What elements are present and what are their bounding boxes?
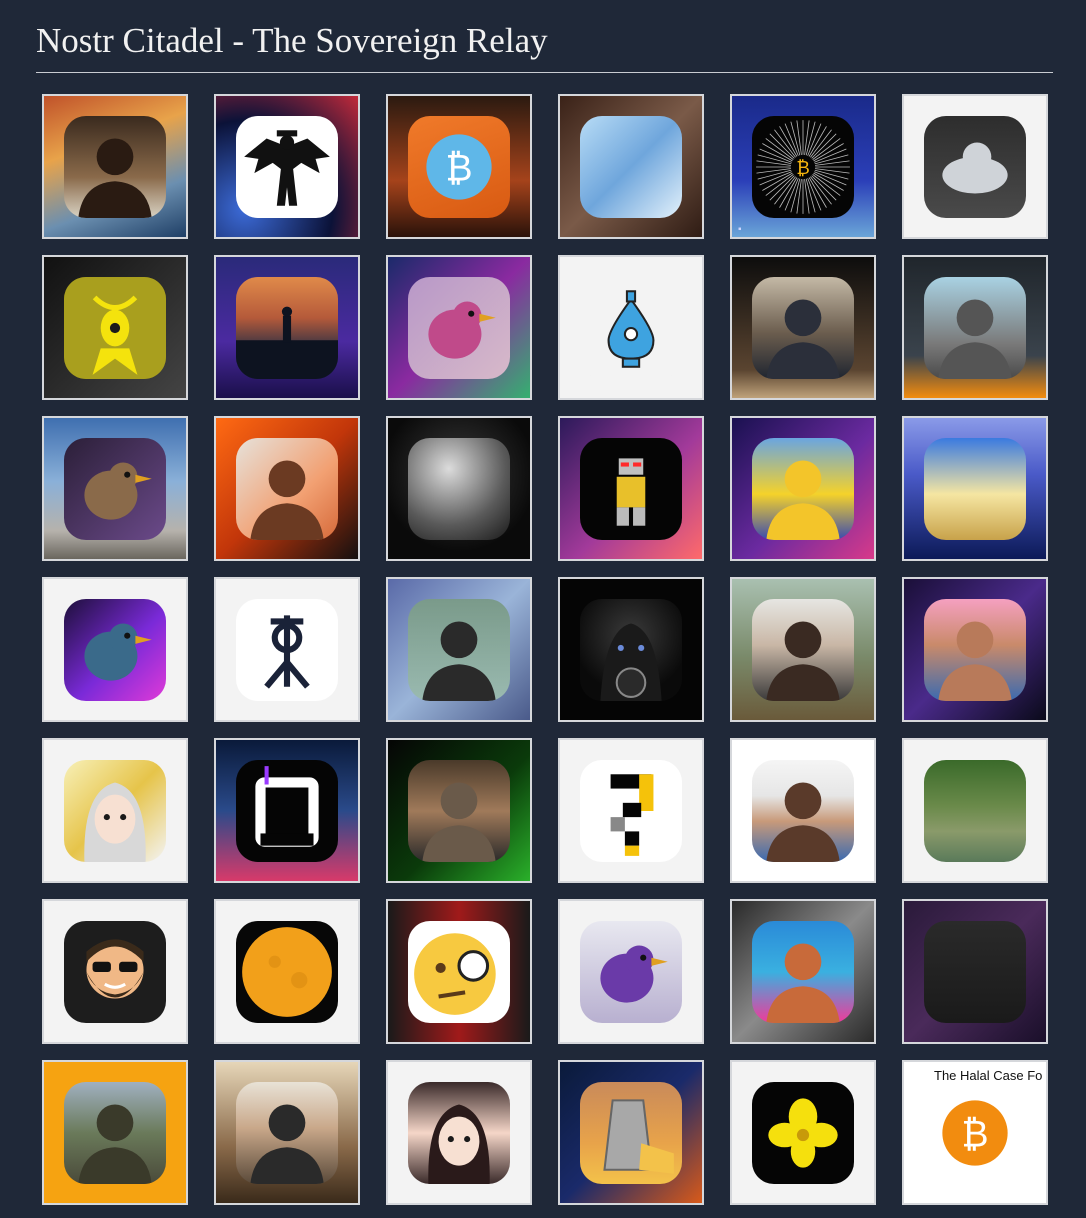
homer-king-icon xyxy=(752,438,854,540)
avatar-tile[interactable]: ₿ The Halal Case Fo xyxy=(902,1060,1048,1205)
dark-abstract-icon xyxy=(924,921,1026,1023)
avatar-tile[interactable] xyxy=(42,577,188,722)
man-with-camera-icon xyxy=(64,116,166,218)
avatar-tile[interactable] xyxy=(386,1060,532,1205)
bearded-emoji-icon xyxy=(64,921,166,1023)
halal-bitcoin-icon: ₿ xyxy=(924,1082,1026,1184)
white-cat-icon xyxy=(924,116,1026,218)
avatar-tile[interactable] xyxy=(214,94,360,239)
astronaut-icon xyxy=(408,438,510,540)
avatar-tile[interactable] xyxy=(214,899,360,1044)
bitcoin-burst-icon: ₿ xyxy=(752,116,854,218)
avatar-tile[interactable] xyxy=(730,899,876,1044)
avatar-tile[interactable] xyxy=(558,1060,704,1205)
avatar-tile[interactable] xyxy=(386,899,532,1044)
avatar-tile[interactable] xyxy=(902,416,1048,561)
svg-text:₿: ₿ xyxy=(796,158,810,179)
avatar-tile[interactable]: ₿ ▪ xyxy=(730,94,876,239)
avatar-tile[interactable]: ₿ xyxy=(386,94,532,239)
avatar-tile[interactable] xyxy=(42,738,188,883)
avatar-tile[interactable] xyxy=(730,255,876,400)
avatar-tile[interactable] xyxy=(386,416,532,561)
avatar-tile[interactable] xyxy=(558,577,704,722)
avatar-tile[interactable] xyxy=(730,1060,876,1205)
avatar-tile[interactable] xyxy=(730,738,876,883)
young-man-icon xyxy=(752,599,854,701)
curly-hair-woman-icon xyxy=(752,921,854,1023)
page-header: Nostr Citadel - The Sovereign Relay xyxy=(36,18,1053,73)
cheese-grater-icon xyxy=(580,1082,682,1184)
page-title: Nostr Citadel - The Sovereign Relay xyxy=(36,21,548,60)
avatar-tile[interactable] xyxy=(902,899,1048,1044)
avatar-tile[interactable] xyxy=(558,416,704,561)
avatar-tile[interactable] xyxy=(558,255,704,400)
avatar-tile[interactable] xyxy=(214,577,360,722)
buddha-statue-icon xyxy=(924,277,1026,379)
avatar-grid: ₿ ₿ ▪ ₿ The Halal Case Fo xyxy=(42,94,1048,1205)
avatar-tile[interactable] xyxy=(42,416,188,561)
jungle-river-icon xyxy=(924,760,1026,862)
watermark-logo: ▪ xyxy=(738,224,742,235)
dancing-person-icon xyxy=(924,438,1026,540)
avatar-tile[interactable] xyxy=(386,255,532,400)
avatar-tile[interactable] xyxy=(558,94,704,239)
hooded-figure-icon xyxy=(580,599,682,701)
abstract-crystal-icon xyxy=(580,116,682,218)
avatar-tile[interactable] xyxy=(902,738,1048,883)
pixel-question-icon xyxy=(580,760,682,862)
anime-girl-dark-hair-icon xyxy=(408,1082,510,1184)
avatar-tile[interactable] xyxy=(214,1060,360,1205)
vulture-gear-icon xyxy=(64,438,166,540)
avatar-tile[interactable] xyxy=(214,738,360,883)
full-moon-icon xyxy=(236,921,338,1023)
anime-girl-icon xyxy=(64,760,166,862)
avatar-tile[interactable] xyxy=(730,416,876,561)
lego-robot-icon xyxy=(580,438,682,540)
smiling-man-icon xyxy=(752,760,854,862)
monocle-emoji-icon xyxy=(408,921,510,1023)
avatar-tile[interactable] xyxy=(214,416,360,561)
svg-text:₿: ₿ xyxy=(961,1112,988,1155)
svg-text:₿: ₿ xyxy=(445,146,472,189)
sunset-silhouette-icon xyxy=(236,277,338,379)
man-pink-cap-icon xyxy=(924,599,1026,701)
man-forest-icon xyxy=(64,1082,166,1184)
avatar-tile[interactable] xyxy=(386,577,532,722)
purple-bird-icon xyxy=(580,921,682,1023)
man-matrix-icon xyxy=(408,760,510,862)
yellow-bee-icon xyxy=(64,277,166,379)
man-sunglasses-icon xyxy=(408,599,510,701)
avatar-tile[interactable] xyxy=(902,94,1048,239)
title-divider xyxy=(36,72,1053,73)
avatar-tile[interactable] xyxy=(902,577,1048,722)
purple-vulture-icon xyxy=(64,599,166,701)
avatar-tile[interactable] xyxy=(558,738,704,883)
avatar-tile[interactable] xyxy=(42,899,188,1044)
avatar-tile[interactable] xyxy=(42,1060,188,1205)
man-glowing-eyes-icon xyxy=(236,438,338,540)
bat-winged-man-icon xyxy=(236,116,338,218)
avatar-tile[interactable] xyxy=(386,738,532,883)
avatar-tile[interactable] xyxy=(730,577,876,722)
man-red-eyes-icon xyxy=(752,277,854,379)
avatar-tile[interactable] xyxy=(42,255,188,400)
yellow-flower-icon xyxy=(752,1082,854,1184)
rune-glyph-icon xyxy=(236,599,338,701)
pink-bird-icon xyxy=(408,277,510,379)
bitcoin-mascot-icon: ₿ xyxy=(408,116,510,218)
blue-robot-icon xyxy=(580,277,682,379)
avatar-tile[interactable] xyxy=(558,899,704,1044)
avatar-tile[interactable] xyxy=(902,255,1048,400)
tile-caption: The Halal Case Fo xyxy=(934,1068,1043,1083)
man-glasses-icon xyxy=(236,1082,338,1184)
letter-n-icon xyxy=(236,760,338,862)
avatar-tile[interactable] xyxy=(214,255,360,400)
avatar-tile[interactable] xyxy=(42,94,188,239)
